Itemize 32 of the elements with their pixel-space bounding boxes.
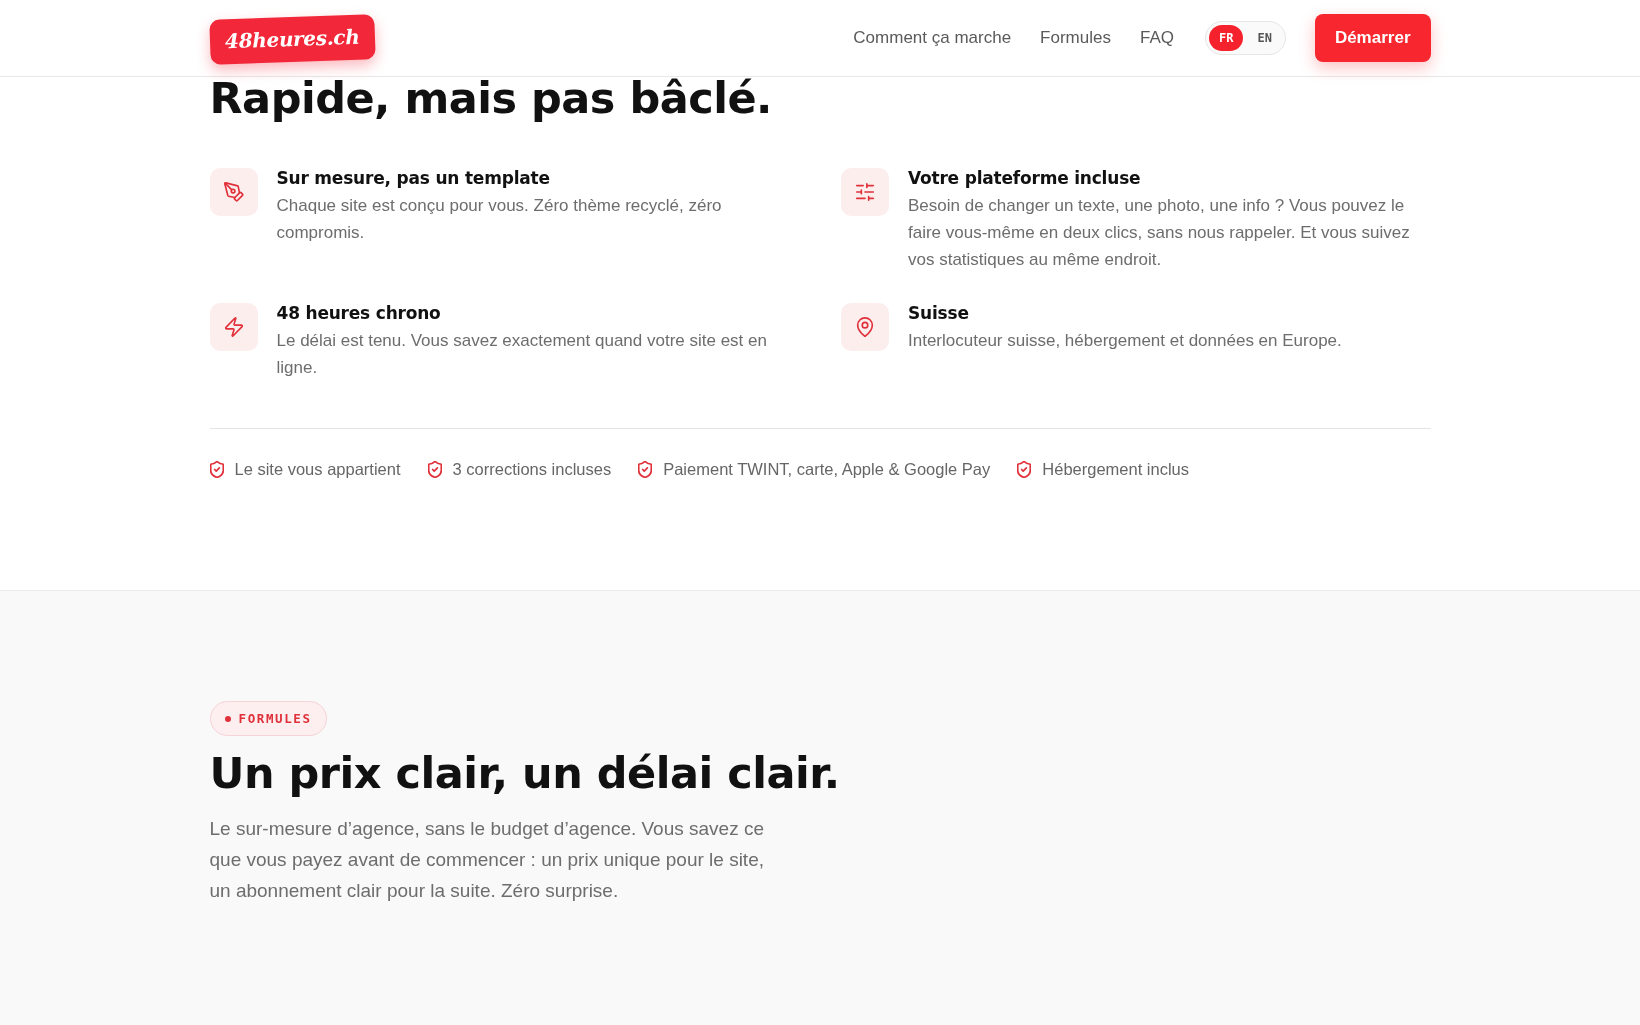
guarantee-text: Le site vous appartient [234, 459, 401, 480]
feature-description: Le délai est tenu. Vous savez exactement quand votre site est en ligne. [276, 330, 768, 379]
feature-title: Sur mesure, pas un template [276, 167, 551, 190]
feature-title: Votre plateforme incluse [908, 167, 1142, 190]
shield-check-icon [209, 460, 224, 478]
section-heading: Un prix clair, un délai clair. [209, 750, 841, 798]
nav-link[interactable]: FAQ [1139, 28, 1174, 48]
shield-check-icon [638, 460, 653, 478]
shield-check-icon [1017, 460, 1032, 478]
language-tab[interactable]: EN [1247, 25, 1282, 51]
guarantee-text: 3 corrections incluses [452, 459, 612, 480]
guarantee-text: Paiement TWINT, carte, Apple & Google Pay [663, 459, 991, 480]
shield-check-icon [427, 460, 442, 478]
feature-title: 48 heures chrono [276, 302, 442, 325]
language-tab[interactable]: FR [1209, 25, 1244, 51]
sliders-icon [841, 168, 889, 216]
feature-title: Suisse [908, 302, 970, 325]
feature-description: Besoin de changer un texte, une photo, une info ? Vous pouvez le faire vous-même en deux clics, sans nous rappeler. Et vous suivez vos statistiques au même endroit. [908, 195, 1411, 271]
feature-description: Interlocuteur suisse, hébergement et données en Europe. [908, 330, 1343, 352]
logo[interactable]: 48heures.ch [208, 13, 375, 65]
guarantee-text: Hébergement inclus [1042, 459, 1190, 480]
nav-link[interactable]: Comment ça marche [853, 28, 1012, 48]
nav-link[interactable]: Formules [1040, 28, 1111, 48]
intro-paragraph: Le sur-mesure d’agence, sans le budget d’agence. Vous savez ce que vous payez avant de commencer : un prix unique pour le site, un abonnement clair pour la suite. Zéro surprise. [209, 817, 766, 904]
lightning-icon [209, 303, 258, 351]
start-button[interactable]: Démarrer [1314, 14, 1431, 62]
dot-icon [224, 715, 231, 722]
map-pin-icon [841, 303, 889, 351]
pen-nib-icon [209, 168, 258, 216]
feature-description: Chaque site est conçu pour vous. Zéro thème recyclé, zéro compromis. [276, 195, 723, 244]
section-heading: Rapide, mais pas bâclé. [209, 77, 773, 120]
section-tag-label: FORMULES [238, 711, 312, 726]
